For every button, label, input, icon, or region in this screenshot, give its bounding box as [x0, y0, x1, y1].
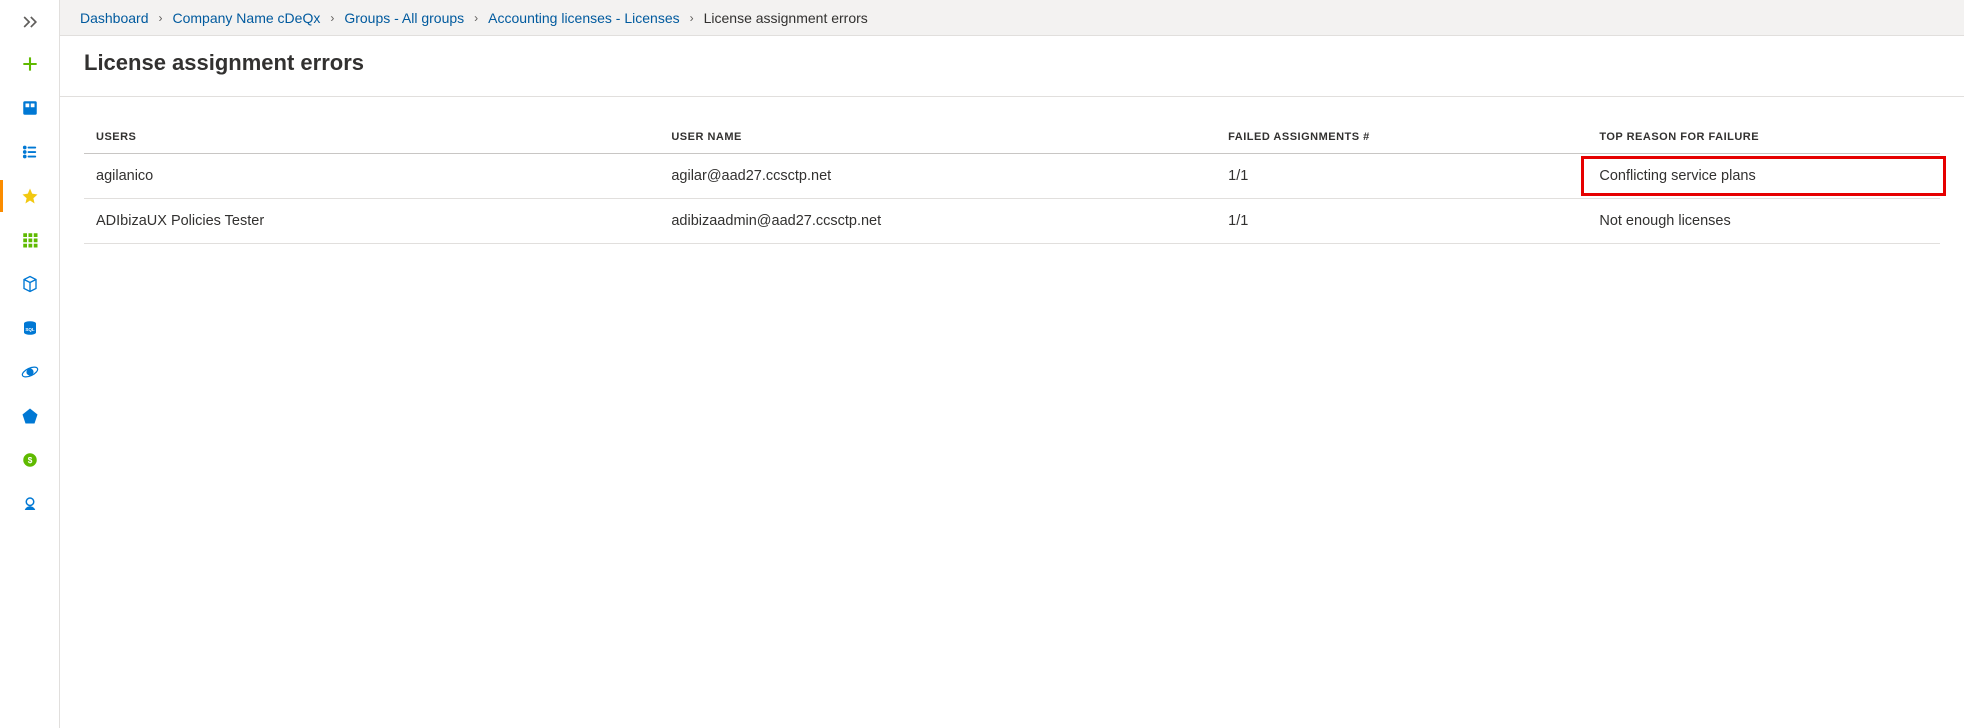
col-username[interactable]: USER NAME	[659, 121, 1216, 154]
breadcrumb: Dashboard › Company Name cDeQx › Groups …	[60, 0, 1964, 36]
aad-icon	[20, 406, 40, 426]
chevron-right-icon: ›	[153, 11, 169, 25]
table-header-row: USERS USER NAME FAILED ASSIGNMENTS # TOP…	[84, 121, 1940, 154]
breadcrumb-current: License assignment errors	[704, 10, 868, 26]
cell-username: agilar@aad27.ccsctp.net	[659, 154, 1216, 199]
table-row[interactable]: agilanicoagilar@aad27.ccsctp.net1/1Confl…	[84, 154, 1940, 199]
sidebar-item-sql[interactable]: SQL	[10, 308, 50, 348]
sidebar-expand-toggle[interactable]	[10, 8, 50, 36]
app-grid-icon	[20, 230, 40, 250]
chevron-right-icon: ›	[324, 11, 340, 25]
cell-failed: 1/1	[1216, 199, 1587, 244]
breadcrumb-link-dashboard[interactable]: Dashboard	[80, 10, 149, 26]
chevron-right-icon: ›	[468, 11, 484, 25]
errors-table: USERS USER NAME FAILED ASSIGNMENTS # TOP…	[84, 121, 1940, 244]
star-icon	[20, 186, 40, 206]
cell-users: agilanico	[84, 154, 659, 199]
svg-text:$: $	[27, 456, 32, 465]
sql-icon: SQL	[20, 318, 40, 338]
sidebar-item-cube[interactable]	[10, 264, 50, 304]
breadcrumb-link-licenses[interactable]: Accounting licenses - Licenses	[488, 10, 679, 26]
cell-reason: Not enough licenses	[1587, 199, 1940, 244]
sidebar-item-cosmos[interactable]	[10, 352, 50, 392]
left-sidebar: SQL $	[0, 0, 60, 728]
sidebar-item-advisor[interactable]	[10, 484, 50, 524]
sidebar-item-appgrid[interactable]	[10, 220, 50, 260]
main-content: Dashboard › Company Name cDeQx › Groups …	[60, 0, 1964, 728]
cell-failed: 1/1	[1216, 154, 1587, 199]
cell-users: ADIbizaUX Policies Tester	[84, 199, 659, 244]
sidebar-item-dashboard[interactable]	[10, 88, 50, 128]
svg-text:SQL: SQL	[25, 327, 35, 332]
cube-icon	[20, 274, 40, 294]
breadcrumb-link-groups[interactable]: Groups - All groups	[344, 10, 464, 26]
col-users[interactable]: USERS	[84, 121, 659, 154]
cell-reason: Conflicting service plans	[1587, 154, 1940, 199]
chevron-expand-icon	[20, 12, 40, 32]
table-row[interactable]: ADIbizaUX Policies Testeradibizaadmin@aa…	[84, 199, 1940, 244]
page-header: License assignment errors	[60, 36, 1964, 97]
sidebar-item-cost[interactable]: $	[10, 440, 50, 480]
cosmos-icon	[20, 362, 40, 382]
sidebar-item-favorites[interactable]	[10, 176, 50, 216]
page-title: License assignment errors	[84, 50, 1940, 76]
chevron-right-icon: ›	[684, 11, 700, 25]
sidebar-item-new[interactable]	[10, 44, 50, 84]
advisor-icon	[20, 494, 40, 514]
sidebar-item-aad[interactable]	[10, 396, 50, 436]
sidebar-item-list[interactable]	[10, 132, 50, 172]
errors-table-wrap: USERS USER NAME FAILED ASSIGNMENTS # TOP…	[60, 97, 1964, 244]
cost-icon: $	[20, 450, 40, 470]
cell-username: adibizaadmin@aad27.ccsctp.net	[659, 199, 1216, 244]
add-icon	[20, 54, 40, 74]
breadcrumb-link-company[interactable]: Company Name cDeQx	[173, 10, 321, 26]
col-reason[interactable]: TOP REASON FOR FAILURE	[1587, 121, 1940, 154]
list-icon	[20, 142, 40, 162]
col-failed[interactable]: FAILED ASSIGNMENTS #	[1216, 121, 1587, 154]
dashboard-icon	[20, 98, 40, 118]
